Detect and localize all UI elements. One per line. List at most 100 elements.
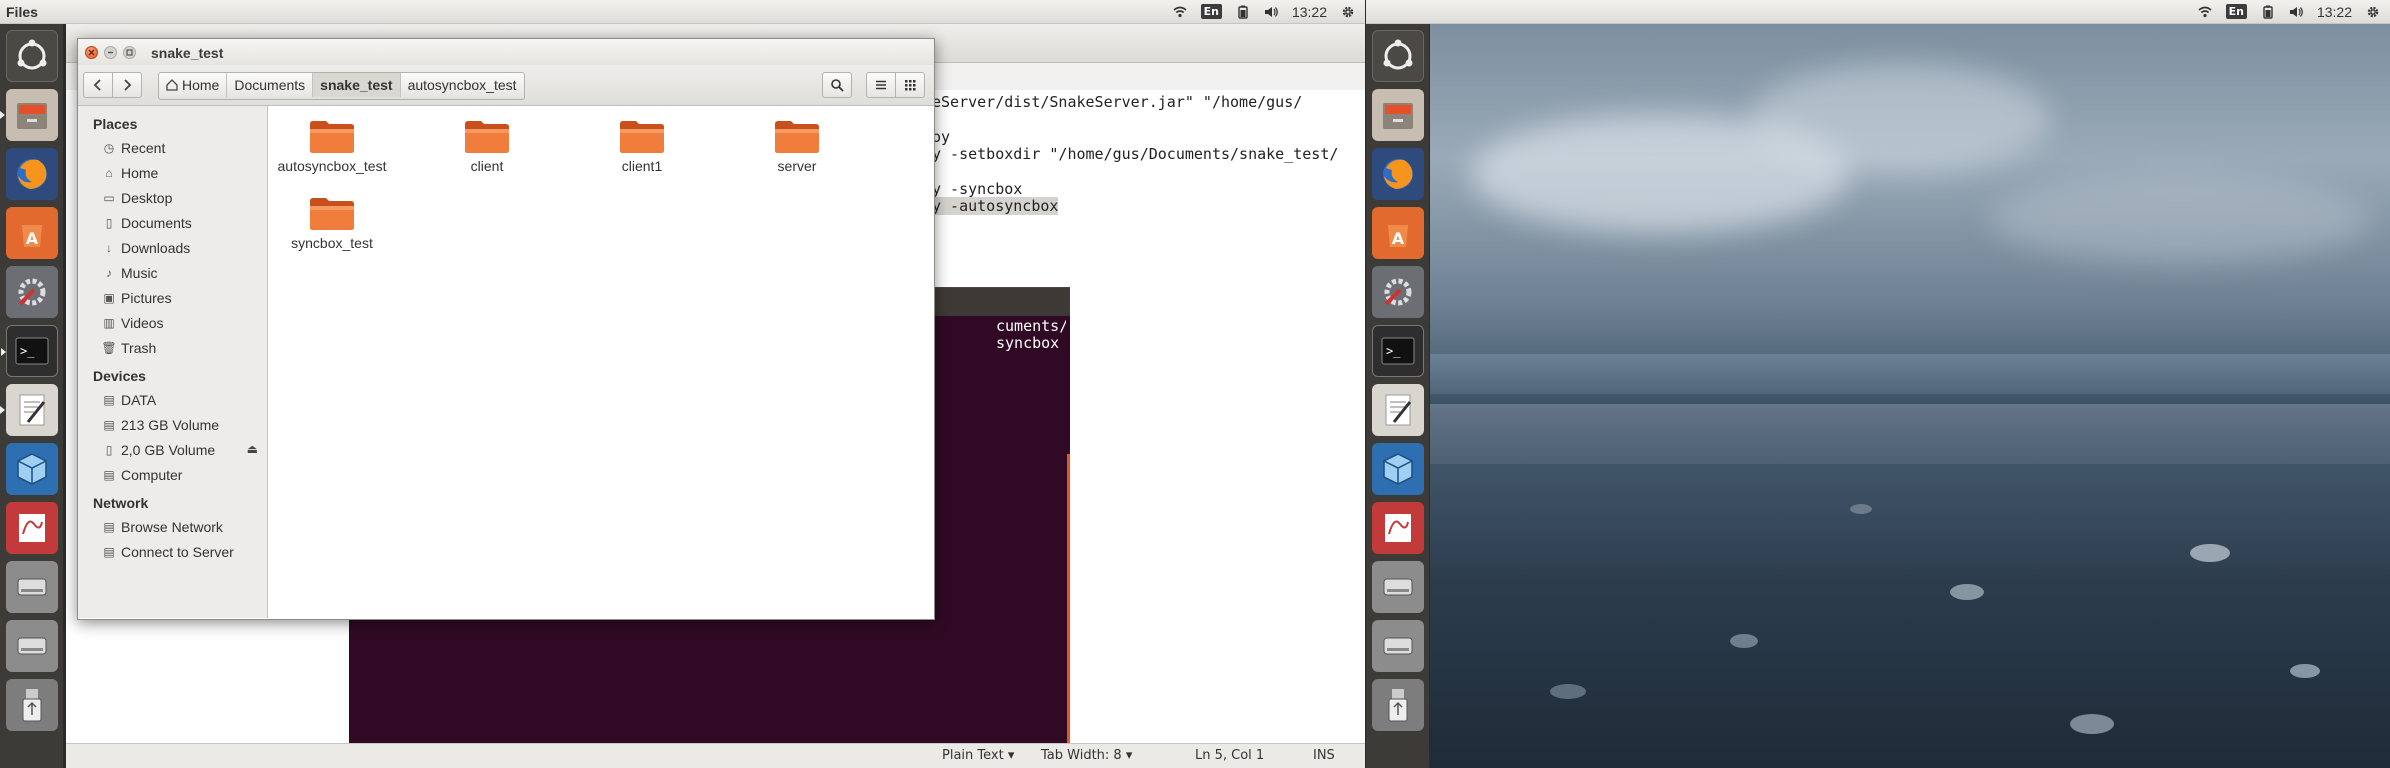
launcher-drive[interactable]: [1371, 561, 1424, 613]
gear-icon[interactable]: [2366, 5, 2380, 19]
language-selector[interactable]: Plain Text ▾: [942, 748, 1014, 763]
breadcrumb-label: Home: [182, 77, 220, 93]
desktop-wallpaper[interactable]: [1430, 24, 2390, 768]
launcher-terminal[interactable]: >_: [1371, 325, 1424, 377]
launcher-software-center[interactable]: A: [5, 207, 58, 259]
launcher-drive[interactable]: [5, 561, 58, 613]
launcher-files[interactable]: [1371, 89, 1424, 141]
folder-label: client1: [621, 158, 663, 174]
folder-icon: [310, 121, 354, 153]
folder-item[interactable]: syncbox_test: [272, 195, 392, 251]
insert-mode: INS: [1313, 748, 1335, 763]
sidebar-item-connect-to-server[interactable]: ▤ Connect to Server: [78, 539, 267, 564]
volume-icon[interactable]: [1264, 5, 1278, 19]
launcher-firefox[interactable]: [1371, 148, 1424, 200]
sidebar-item-pictures[interactable]: ▣ Pictures: [78, 285, 267, 310]
volume-icon[interactable]: [2289, 5, 2303, 19]
software-center-icon: A: [1387, 225, 1408, 248]
folder-item[interactable]: client: [427, 118, 547, 174]
launcher-text-editor[interactable]: [1371, 384, 1424, 436]
sidebar-item-browse-network[interactable]: ▤ Browse Network: [78, 514, 267, 539]
dash-icon: [17, 39, 46, 70]
launcher-virtualbox[interactable]: [5, 443, 58, 495]
battery-icon[interactable]: [2261, 5, 2275, 19]
sidebar-item-213-gb-volume[interactable]: ▤ 213 GB Volume: [78, 412, 267, 437]
sidebar-item-desktop[interactable]: ▭ Desktop: [78, 185, 267, 210]
search-button[interactable]: [822, 72, 852, 98]
tab-width-selector[interactable]: Tab Width: 8 ▾: [1041, 748, 1132, 763]
folder-item[interactable]: client1: [582, 118, 702, 174]
launcher-system-settings[interactable]: [5, 266, 58, 318]
folder-icon: [620, 121, 664, 153]
launcher-drive[interactable]: [5, 620, 58, 672]
launcher-files[interactable]: [0, 89, 58, 141]
sidebar-item-videos[interactable]: ▥ Videos: [78, 310, 267, 335]
sidebar-item-label: Pictures: [121, 289, 172, 306]
maximize-icon: [126, 48, 133, 56]
launcher-usb-drive[interactable]: [5, 679, 58, 731]
sidebar-item-downloads[interactable]: ↓ Downloads: [78, 235, 267, 260]
sidebar-item-label: 213 GB Volume: [121, 416, 220, 433]
close-button[interactable]: [85, 45, 98, 59]
sidebar-item-documents[interactable]: ▯ Documents: [78, 210, 267, 235]
terminal-output: cuments/syncbox: [996, 318, 1066, 352]
launcher-left: A >_: [0, 24, 64, 768]
wallpaper-stone: [1550, 684, 1586, 699]
wifi-icon[interactable]: [2198, 5, 2212, 19]
back-button[interactable]: [83, 72, 113, 98]
launcher-text-editor[interactable]: [0, 384, 58, 436]
sidebar-item-computer[interactable]: ▤ Computer: [78, 462, 267, 487]
launcher-system-settings[interactable]: [1371, 266, 1424, 318]
sidebar-item-home[interactable]: ⌂ Home: [78, 160, 267, 185]
close-icon: [88, 49, 95, 55]
wifi-icon[interactable]: [1173, 5, 1187, 19]
terminal-scrollbar[interactable]: [1067, 454, 1070, 750]
sidebar-item-recent[interactable]: ◷ Recent: [78, 135, 267, 160]
wallpaper-stone: [1950, 584, 1984, 600]
wallpaper-shore: [1430, 404, 2390, 464]
search-icon: [831, 79, 844, 92]
sidebar-item-music[interactable]: ♪ Music: [78, 260, 267, 285]
forward-button[interactable]: [112, 72, 142, 98]
svg-text:A: A: [25, 229, 38, 248]
folder-label: syncbox_test: [291, 235, 373, 251]
keyboard-layout-indicator[interactable]: En: [2225, 4, 2247, 19]
sidebar-item-trash[interactable]: 🗑 Trash: [78, 335, 267, 360]
virtualbox-icon: [1382, 453, 1413, 485]
grid-view-button[interactable]: [895, 72, 925, 98]
minimize-button[interactable]: [104, 45, 117, 59]
breadcrumb-snake-test[interactable]: snake_test: [313, 73, 401, 97]
editor-line: eServer/dist/SnakeServer.jar" "/home/gus…: [932, 93, 1303, 111]
battery-icon[interactable]: [1236, 5, 1250, 19]
sidebar-item-data[interactable]: ▤ DATA: [78, 387, 267, 412]
files-content-area[interactable]: autosyncbox_test client client1 server syncb…: [268, 106, 933, 618]
gear-icon[interactable]: [1341, 5, 1355, 19]
files-titlebar[interactable]: snake_test: [78, 39, 934, 65]
launcher-virtualbox[interactable]: [1371, 443, 1424, 495]
breadcrumb-documents[interactable]: Documents: [227, 73, 314, 97]
dash-button[interactable]: [1371, 30, 1424, 82]
maximize-button[interactable]: [123, 45, 136, 59]
launcher-document-viewer[interactable]: [1371, 502, 1424, 554]
launcher-document-viewer[interactable]: [5, 502, 58, 554]
folder-item[interactable]: autosyncbox_test: [272, 118, 392, 174]
sidebar-heading-places: Places: [93, 116, 138, 132]
launcher-drive[interactable]: [1371, 620, 1424, 672]
eject-icon[interactable]: ⏏: [247, 442, 258, 456]
clock[interactable]: 13:22: [2317, 4, 2352, 20]
list-view-button[interactable]: [866, 72, 896, 98]
folder-item[interactable]: server: [737, 118, 857, 174]
files-sidebar: Places ◷ Recent ⌂ Home ▭ Desktop ▯ Documents ↓ Do…: [78, 106, 268, 618]
sidebar-item-label: Desktop: [121, 189, 173, 206]
sidebar-item-2-0-gb-volume[interactable]: ▯ 2,0 GB Volume ⏏: [78, 437, 267, 462]
clock[interactable]: 13:22: [1292, 4, 1327, 20]
text-editor-icon: [1385, 394, 1411, 426]
launcher-terminal[interactable]: >_: [0, 325, 58, 377]
dash-button[interactable]: [5, 30, 58, 82]
launcher-firefox[interactable]: [5, 148, 58, 200]
launcher-software-center[interactable]: A: [1371, 207, 1424, 259]
launcher-usb-drive[interactable]: [1371, 679, 1424, 731]
breadcrumb-autosyncbox-test[interactable]: autosyncbox_test: [400, 73, 524, 97]
keyboard-layout-indicator[interactable]: En: [1200, 4, 1222, 19]
breadcrumb-home[interactable]: Home: [159, 73, 228, 97]
